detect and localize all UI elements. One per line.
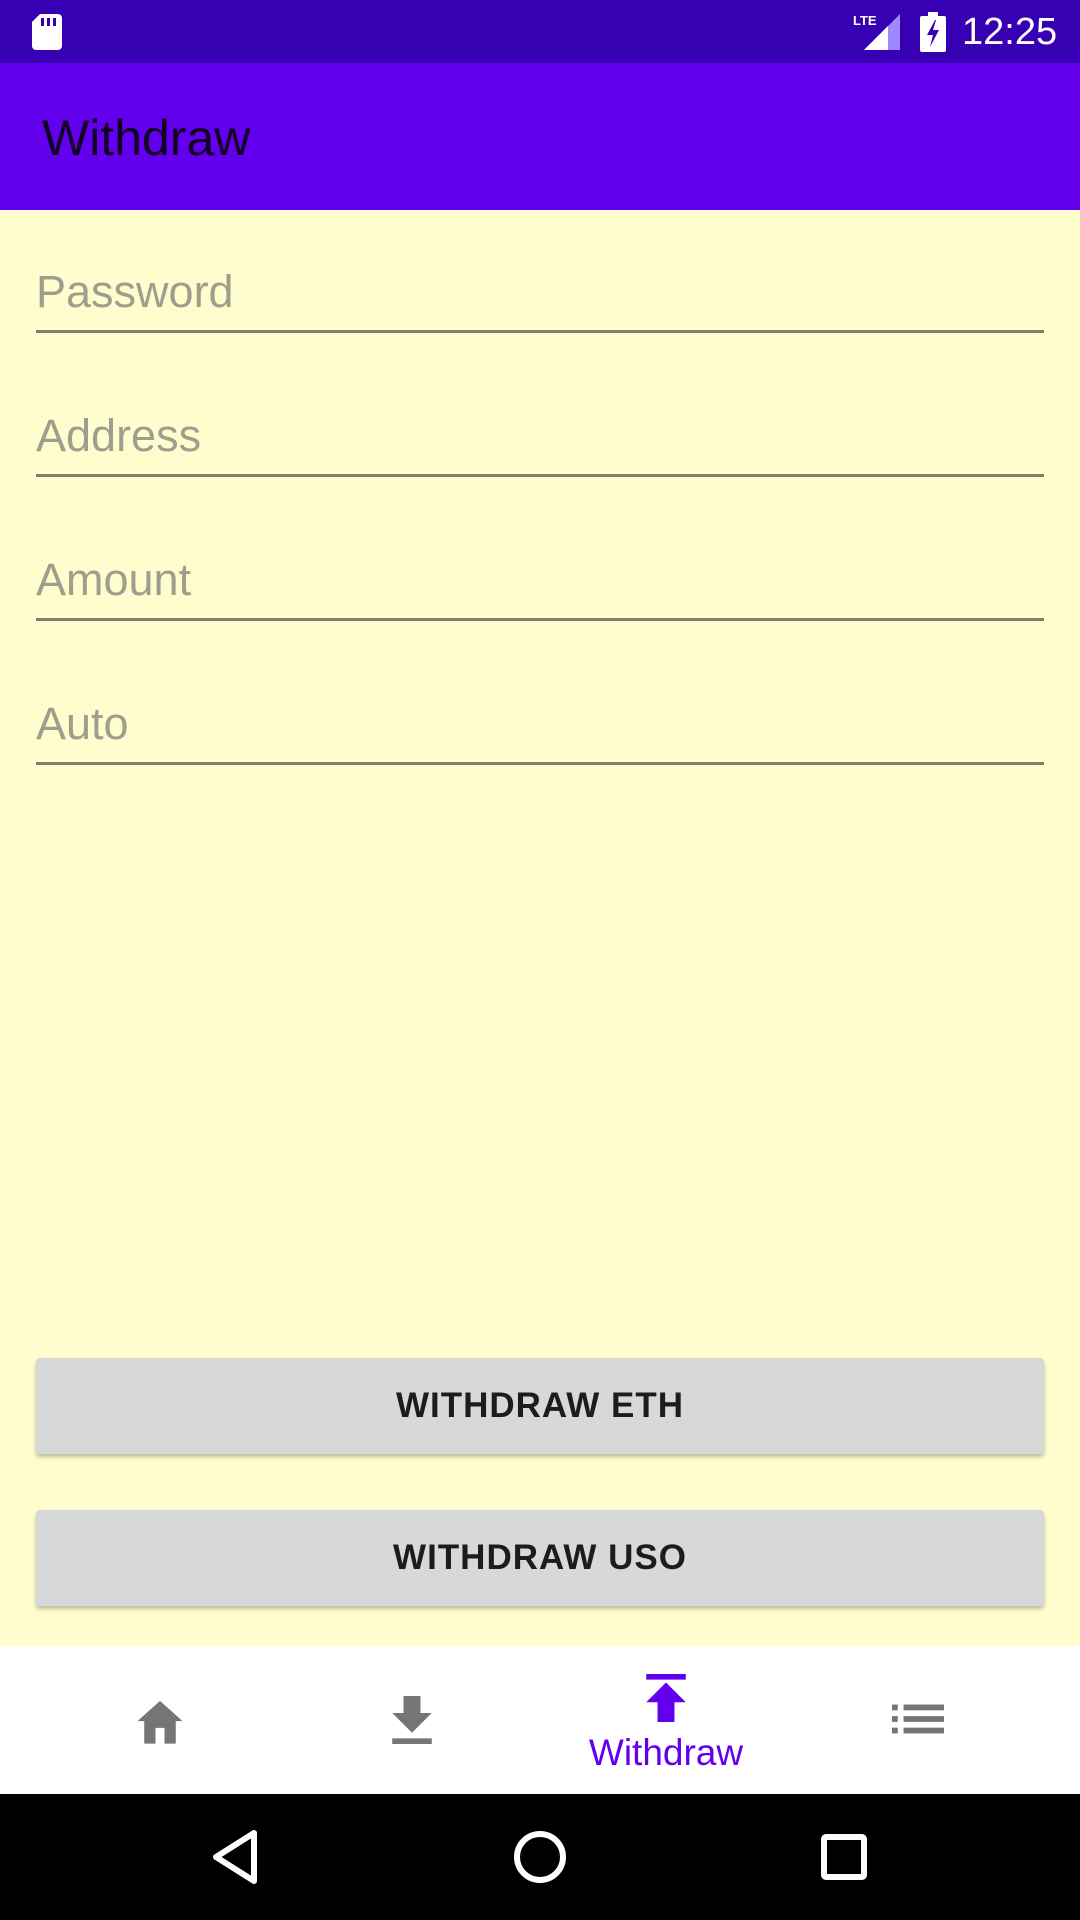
svg-text:LTE: LTE bbox=[853, 13, 877, 28]
battery-charging-icon bbox=[920, 12, 946, 52]
home-circle-icon[interactable] bbox=[510, 1827, 570, 1887]
system-navigation-bar bbox=[0, 1794, 1080, 1920]
amount-input[interactable] bbox=[36, 541, 1044, 618]
nav-item-deposit[interactable] bbox=[286, 1646, 538, 1794]
download-icon bbox=[392, 1696, 432, 1744]
withdraw-uso-button[interactable]: WITHDRAW USO bbox=[36, 1510, 1044, 1606]
bottom-navigation: Withdraw bbox=[0, 1646, 1080, 1794]
password-input[interactable] bbox=[36, 253, 1044, 330]
withdraw-eth-button[interactable]: WITHDRAW ETH bbox=[36, 1358, 1044, 1454]
address-input[interactable] bbox=[36, 397, 1044, 474]
address-field[interactable] bbox=[36, 397, 1044, 477]
status-bar: LTE 12:25 bbox=[0, 0, 1080, 63]
status-clock: 12:25 bbox=[962, 11, 1058, 53]
auto-input[interactable] bbox=[36, 685, 1044, 762]
home-icon bbox=[137, 1700, 183, 1744]
nav-item-withdraw[interactable]: Withdraw bbox=[540, 1646, 792, 1794]
back-icon[interactable] bbox=[206, 1827, 266, 1887]
page-title: Withdraw bbox=[42, 110, 251, 166]
nav-item-home[interactable] bbox=[34, 1646, 286, 1794]
amount-field[interactable] bbox=[36, 541, 1044, 621]
lte-signal-icon: LTE bbox=[853, 13, 900, 50]
withdraw-screen: LTE 12:25 Withdraw WITHDRAW ETH WITHDRAW… bbox=[0, 0, 1080, 1920]
auto-field[interactable] bbox=[36, 685, 1044, 765]
password-field[interactable] bbox=[36, 253, 1044, 333]
sd-card-icon bbox=[32, 14, 62, 50]
app-bar: Withdraw bbox=[0, 63, 1080, 210]
list-icon bbox=[892, 1704, 944, 1734]
nav-item-list[interactable] bbox=[792, 1646, 1044, 1794]
recents-icon[interactable] bbox=[814, 1827, 874, 1887]
upload-icon bbox=[646, 1674, 686, 1722]
nav-label-withdraw: Withdraw bbox=[588, 1732, 744, 1773]
